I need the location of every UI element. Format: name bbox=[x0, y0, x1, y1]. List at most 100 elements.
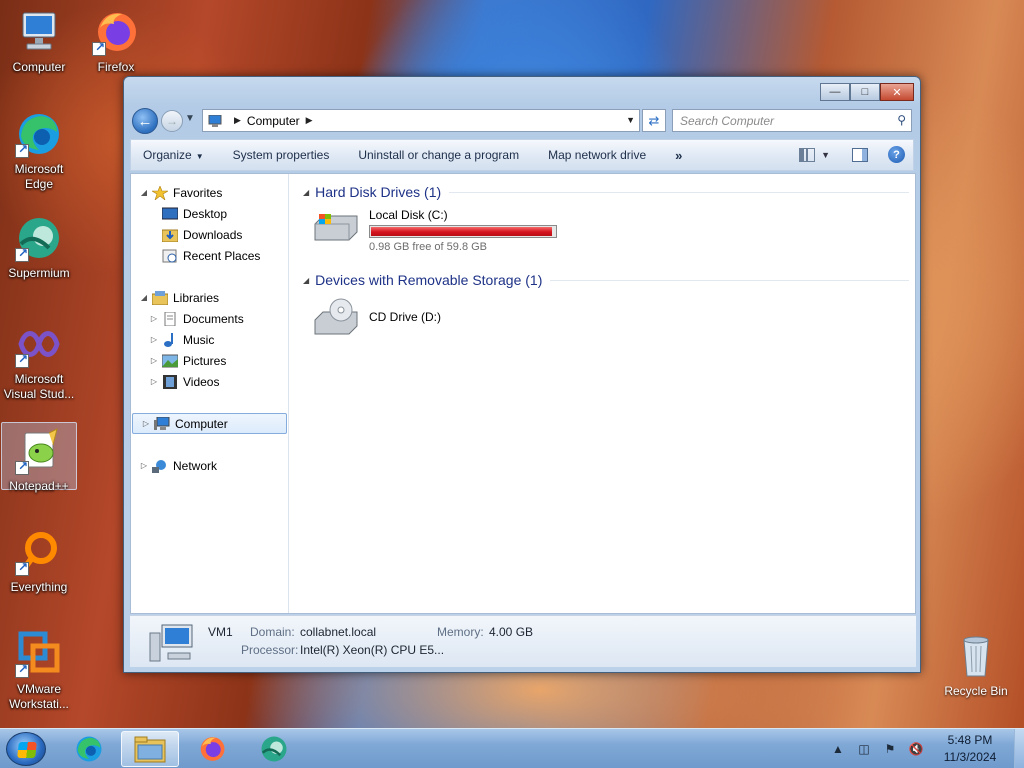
view-options-dropdown-icon[interactable]: ▼ bbox=[821, 150, 830, 160]
drive-cd-d[interactable]: CD Drive (D:) bbox=[297, 290, 915, 354]
recent-pages-dropdown[interactable]: ▼ bbox=[185, 113, 195, 124]
collapsed-arrow-icon[interactable]: ▷ bbox=[149, 377, 159, 386]
taskbar-firefox[interactable] bbox=[183, 731, 241, 767]
preview-pane-icon[interactable] bbox=[852, 147, 868, 162]
system-tray: ▲ ◫ ⚑ 🔇 5:48 PM 11/3/2024 bbox=[830, 729, 1024, 768]
edge-icon bbox=[76, 736, 102, 762]
desktop-icon-label: VMware Workstati... bbox=[9, 682, 69, 711]
computer-icon bbox=[148, 623, 194, 663]
nav-documents[interactable]: ▷ Documents bbox=[131, 308, 288, 329]
visual-studio-icon bbox=[15, 320, 63, 368]
help-icon[interactable]: ? bbox=[888, 146, 905, 163]
drive-c-free-space: 0.98 GB free of 59.8 GB bbox=[369, 241, 488, 253]
desktop-icon-everything[interactable]: Everything bbox=[1, 528, 77, 595]
nav-desktop[interactable]: Desktop bbox=[131, 203, 288, 224]
desktop-icon-edge[interactable]: Microsoft Edge bbox=[1, 110, 77, 192]
show-hidden-icons-icon[interactable]: ▲ bbox=[830, 741, 846, 757]
maximize-button[interactable]: □ bbox=[850, 83, 880, 101]
refresh-button[interactable]: ⇄ bbox=[642, 109, 666, 132]
collapsed-arrow-icon[interactable]: ▷ bbox=[139, 461, 149, 470]
collapsed-arrow-icon[interactable]: ▷ bbox=[149, 356, 159, 365]
star-icon bbox=[150, 184, 170, 201]
close-button[interactable]: ✕ bbox=[880, 83, 914, 101]
nav-recent-places-label: Recent Places bbox=[183, 248, 261, 263]
search-icon[interactable]: ⚲ bbox=[897, 113, 906, 127]
collapsed-arrow-icon[interactable]: ▷ bbox=[141, 419, 151, 428]
desktop-icon-visual-studio[interactable]: Microsoft Visual Stud... bbox=[1, 320, 77, 402]
minimize-button[interactable]: — bbox=[820, 83, 850, 101]
breadcrumb-computer[interactable]: Computer bbox=[247, 114, 300, 128]
forward-button[interactable]: → bbox=[161, 110, 183, 132]
nav-pictures[interactable]: ▷ Pictures bbox=[131, 350, 288, 371]
taskbar-edge[interactable] bbox=[60, 731, 118, 767]
change-view-icon[interactable] bbox=[799, 147, 816, 162]
nav-libraries[interactable]: ◢ Libraries bbox=[131, 287, 288, 308]
search-box[interactable]: ⚲ bbox=[672, 109, 912, 132]
processor-value: Intel(R) Xeon(R) CPU E5... bbox=[300, 643, 445, 657]
window-controls: — □ ✕ bbox=[820, 83, 914, 101]
address-dropdown-icon[interactable]: ▼ bbox=[626, 115, 635, 125]
cd-drive-icon bbox=[311, 298, 361, 335]
desktop-icon-firefox[interactable]: Firefox bbox=[78, 8, 154, 75]
nav-gap bbox=[131, 266, 288, 287]
desktop-icon-label: Microsoft Visual Stud... bbox=[3, 372, 75, 401]
desktop-icon-vmware[interactable]: VMware Workstati... bbox=[1, 630, 77, 712]
desktop-icon-computer[interactable]: Computer bbox=[1, 8, 77, 75]
expanded-arrow-icon[interactable]: ◢ bbox=[303, 188, 309, 197]
nav-recent-places[interactable]: Recent Places bbox=[131, 245, 288, 266]
desktop-icon-recycle-bin[interactable]: Recycle Bin bbox=[940, 632, 1012, 698]
start-button[interactable] bbox=[6, 732, 46, 766]
clock[interactable]: 5:48 PM 11/3/2024 bbox=[934, 732, 1006, 766]
command-bar-right: ▼ ? bbox=[785, 146, 905, 163]
group-removable-storage[interactable]: ◢ Devices with Removable Storage (1) bbox=[297, 270, 915, 290]
desktop-icon-notepadpp[interactable]: Notepad++ bbox=[1, 422, 77, 493]
nav-computer[interactable]: ▷ Computer bbox=[132, 413, 287, 434]
taskbar-supermium[interactable] bbox=[245, 731, 303, 767]
nav-network[interactable]: ▷ Network bbox=[131, 455, 288, 476]
firefox-icon bbox=[92, 8, 140, 56]
nav-documents-label: Documents bbox=[183, 311, 244, 326]
group-hard-disk-drives[interactable]: ◢ Hard Disk Drives (1) bbox=[297, 182, 915, 202]
nav-network-label: Network bbox=[173, 458, 218, 473]
libraries-icon bbox=[151, 290, 169, 305]
expanded-arrow-icon[interactable]: ◢ bbox=[139, 188, 149, 197]
edge-icon bbox=[15, 110, 63, 158]
collapsed-arrow-icon[interactable]: ▷ bbox=[149, 335, 159, 344]
volume-muted-icon[interactable]: 🔇 bbox=[908, 741, 924, 757]
shortcut-arrow-icon bbox=[15, 560, 29, 576]
uninstall-program-button[interactable]: Uninstall or change a program bbox=[358, 148, 519, 162]
back-button[interactable]: ← bbox=[132, 108, 158, 134]
expanded-arrow-icon[interactable]: ◢ bbox=[139, 293, 149, 302]
shortcut-arrow-icon bbox=[15, 142, 29, 158]
clock-time: 5:48 PM bbox=[947, 733, 993, 747]
organize-button[interactable]: Organize ▼ bbox=[143, 148, 204, 162]
nav-music[interactable]: ▷ Music bbox=[131, 329, 288, 350]
system-properties-button[interactable]: System properties bbox=[233, 148, 330, 162]
nav-downloads[interactable]: Downloads bbox=[131, 224, 288, 245]
action-center-flag-icon[interactable]: ⚑ bbox=[882, 741, 898, 757]
breadcrumb-arrow-icon[interactable]: ▶ bbox=[306, 115, 313, 126]
drive-c-usage-bar bbox=[369, 225, 557, 238]
search-input[interactable] bbox=[680, 113, 880, 128]
nav-downloads-label: Downloads bbox=[183, 227, 243, 242]
desktop-icon-label: Notepad++ bbox=[9, 479, 69, 493]
more-commands-button[interactable]: » bbox=[675, 148, 682, 163]
notepadpp-icon bbox=[15, 427, 63, 475]
nav-videos[interactable]: ▷ Videos bbox=[131, 371, 288, 392]
explorer-window: — □ ✕ ← → ▼ ▶ Computer ▶ ▼ ⇄ ⚲ Organize▼… bbox=[123, 76, 921, 673]
map-network-drive-button[interactable]: Map network drive bbox=[548, 148, 646, 162]
desktop-icon-label: Everything bbox=[10, 580, 68, 594]
computer-icon bbox=[15, 8, 63, 56]
show-desktop-button[interactable] bbox=[1014, 729, 1024, 768]
breadcrumb-arrow-icon[interactable]: ▶ bbox=[234, 115, 241, 126]
address-bar[interactable]: ▶ Computer ▶ ▼ bbox=[202, 109, 640, 132]
network-status-icon[interactable]: ◫ bbox=[856, 741, 872, 757]
clock-date: 11/3/2024 bbox=[943, 750, 997, 764]
desktop-icon-supermium[interactable]: Supermium bbox=[1, 214, 77, 281]
expanded-arrow-icon[interactable]: ◢ bbox=[303, 276, 309, 285]
taskbar-explorer[interactable] bbox=[121, 731, 179, 767]
collapsed-arrow-icon[interactable]: ▷ bbox=[149, 314, 159, 323]
group-divider bbox=[449, 191, 909, 193]
nav-favorites[interactable]: ◢ Favorites bbox=[131, 182, 288, 203]
drive-local-disk-c[interactable]: Local Disk (C:) 0.98 GB free of 59.8 GB bbox=[297, 202, 915, 266]
